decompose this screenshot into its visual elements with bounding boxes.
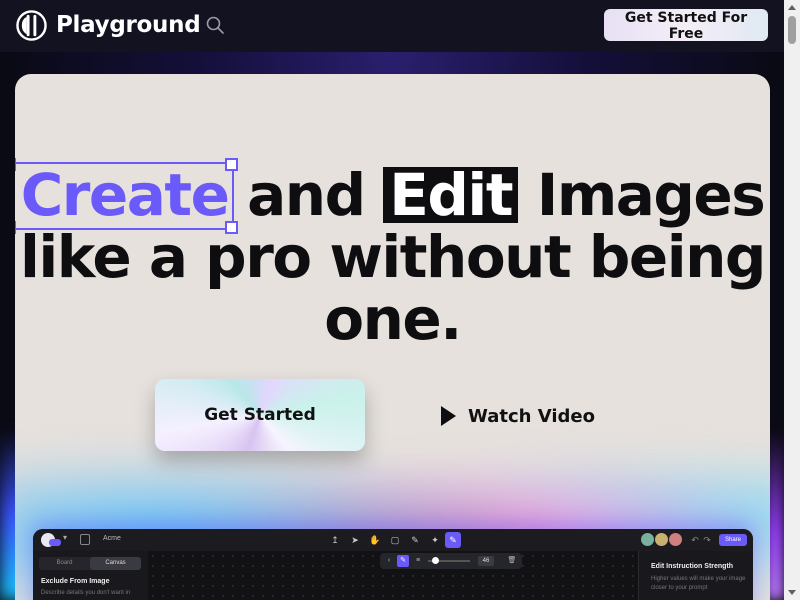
menu-icon: ≡ <box>415 557 421 564</box>
scroll-thumb[interactable] <box>788 16 796 44</box>
right-panel-desc: Higher values will make your image close… <box>651 576 746 591</box>
pointer-icon: ➤ <box>351 535 359 545</box>
get-started-for-free-button[interactable]: Get Started For Free <box>604 9 768 42</box>
app-right-panel: Edit Instruction Strength Higher values … <box>638 551 753 600</box>
scroll-down-arrow-icon[interactable] <box>788 590 796 595</box>
hand-icon: ✋ <box>369 535 381 545</box>
app-preview-screenshot: ▾ Acme ↥ ➤ ✋ ▢ ✎ ✦ ✎ ↶ ↷ Share Board Can… <box>33 529 753 600</box>
selection-handle-bottom-right <box>225 221 239 234</box>
headline-word-edit: Edit <box>383 166 519 224</box>
watch-video-button[interactable]: Watch Video <box>435 396 601 436</box>
page-scrollbar[interactable] <box>784 0 800 600</box>
avatar <box>669 533 682 546</box>
selection-handle-top-left <box>15 158 16 171</box>
app-left-panel: Board Canvas Exclude From Image Describe… <box>33 551 149 600</box>
collapse-icon: ‹ <box>387 557 391 564</box>
selection-box <box>15 158 239 234</box>
app-canvas: ‹ ✎ ≡ 46 🗑 <box>148 551 638 600</box>
hero-headline: Create and Edit Images like a pro withou… <box>15 158 770 353</box>
selection-handle-bottom-left <box>15 221 16 234</box>
frame-icon: ▢ <box>390 535 400 545</box>
app-preview-toolbar: ▾ Acme ↥ ➤ ✋ ▢ ✎ ✦ ✎ ↶ ↷ Share <box>33 529 753 552</box>
brush-icon: ✎ <box>397 555 409 567</box>
left-panel-desc: Describe details you don't want in <box>41 590 131 596</box>
selection-handle-top-right <box>225 158 239 171</box>
app-badge <box>49 539 61 546</box>
trash-icon: 🗑 <box>507 557 517 564</box>
right-panel-title: Edit Instruction Strength <box>651 563 734 570</box>
headline-word-and: and <box>247 161 366 229</box>
slider-knob <box>432 557 439 564</box>
left-panel-title: Exclude From Image <box>41 578 110 585</box>
playground-logo-icon[interactable] <box>16 10 47 41</box>
avatar <box>655 533 668 546</box>
segment-canvas: Canvas <box>90 557 141 570</box>
top-navigation-bar: Playground Get Started For Free <box>0 0 784 52</box>
scroll-up-arrow-icon[interactable] <box>788 5 796 10</box>
brush-size-value: 46 <box>478 556 494 566</box>
share-button: Share <box>719 534 747 546</box>
redo-icon: ↷ <box>703 535 711 545</box>
play-icon <box>441 406 456 426</box>
brush-settings-bar: ‹ ✎ ≡ 46 🗑 <box>380 553 522 569</box>
brand-name[interactable]: Playground <box>56 12 201 38</box>
upload-icon: ↥ <box>331 535 339 545</box>
headline-word-images: Images <box>536 161 766 229</box>
sidebar-toggle-icon <box>80 534 90 545</box>
headline-line-2: like a pro without being <box>20 223 766 291</box>
hero-section: Create and Edit Images like a pro withou… <box>15 74 770 600</box>
search-icon[interactable] <box>205 15 225 35</box>
get-started-button[interactable]: Get Started <box>155 379 365 451</box>
project-name: Acme <box>103 535 121 542</box>
segment-board: Board <box>56 560 73 566</box>
board-canvas-toggle: Board Canvas <box>39 557 141 570</box>
brush-icon: ✎ <box>445 532 461 548</box>
avatar <box>641 533 654 546</box>
chevron-down-icon: ▾ <box>63 533 68 542</box>
headline-line-1: Create and Edit Images <box>15 158 770 234</box>
pen-icon: ✎ <box>411 535 419 545</box>
headline-line-3: one. <box>324 285 462 353</box>
headline-word-create: Create <box>15 158 239 234</box>
watch-video-label: Watch Video <box>468 405 595 427</box>
effects-icon: ✦ <box>431 535 439 545</box>
